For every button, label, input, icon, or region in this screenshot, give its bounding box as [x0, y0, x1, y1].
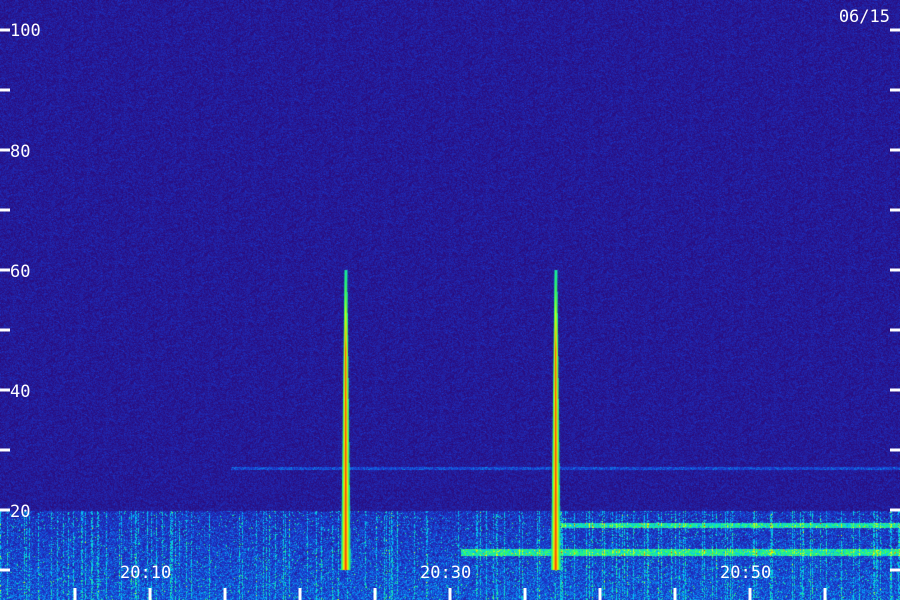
- y-tick-label-100: 100: [10, 21, 41, 41]
- x-tick-label-2010: 20:10: [120, 563, 171, 583]
- x-tick-label-2030: 20:30: [420, 563, 471, 583]
- y-axis-ticks: [0, 28, 900, 572]
- y-tick-label-80: 80: [10, 142, 30, 162]
- chart-overlay: 100 80 60 40 20 20:10 20:30 20:50 06/15: [0, 7, 900, 600]
- y-tick-label-20: 20: [10, 502, 30, 522]
- x-axis-ticks: [73, 588, 827, 600]
- y-tick-label-40: 40: [10, 382, 30, 402]
- x-tick-label-2050: 20:50: [720, 563, 771, 583]
- y-tick-label-60: 60: [10, 262, 30, 282]
- date-label: 06/15: [839, 7, 890, 27]
